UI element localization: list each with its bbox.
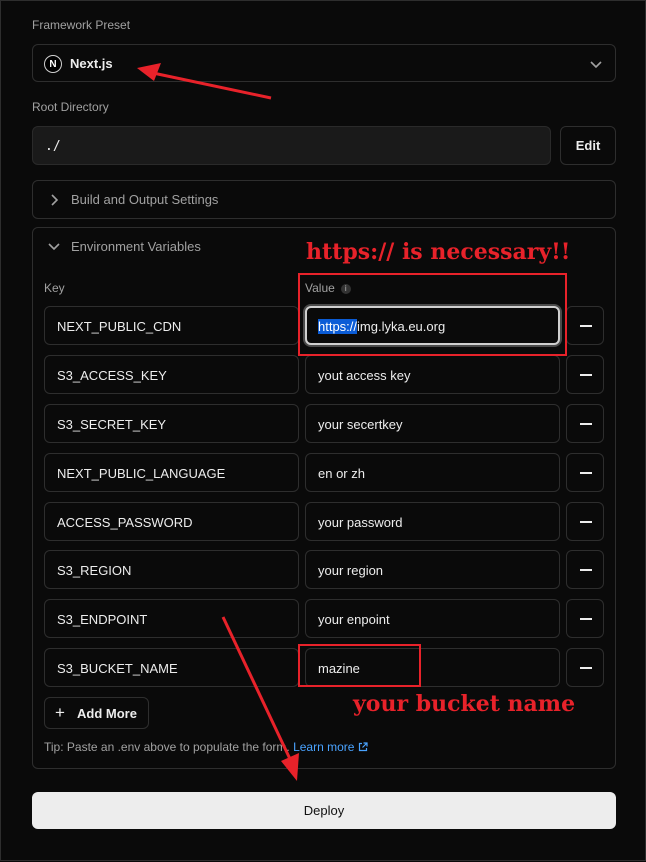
bucket-highlight-box bbox=[298, 644, 421, 687]
env-tip: Tip: Paste an .env above to populate the… bbox=[44, 740, 368, 754]
remove-row-button[interactable] bbox=[566, 355, 604, 394]
remove-row-button[interactable] bbox=[566, 306, 604, 345]
env-row: S3_ENDPOINT your enpoint bbox=[44, 599, 604, 638]
remove-row-button[interactable] bbox=[566, 502, 604, 541]
environment-variables-title[interactable]: Environment Variables bbox=[71, 239, 201, 254]
add-more-button[interactable]: + Add More bbox=[44, 697, 149, 729]
add-more-label: Add More bbox=[77, 706, 137, 721]
root-directory-value: ./ bbox=[45, 139, 61, 154]
edit-root-directory-button[interactable]: Edit bbox=[560, 126, 616, 165]
env-key-input[interactable]: S3_SECRET_KEY bbox=[44, 404, 299, 443]
framework-preset-label: Framework Preset bbox=[32, 18, 131, 32]
remove-row-button[interactable] bbox=[566, 550, 604, 589]
env-value-input[interactable]: en or zh bbox=[305, 453, 560, 492]
root-directory-input[interactable]: ./ bbox=[32, 126, 551, 165]
chevron-down-icon bbox=[590, 61, 602, 69]
env-key-input[interactable]: S3_ENDPOINT bbox=[44, 599, 299, 638]
https-annotation: https:// is necessary!! bbox=[306, 239, 571, 265]
plus-icon: + bbox=[55, 703, 65, 722]
framework-preset-select[interactable]: N Next.js bbox=[32, 44, 616, 82]
env-row: S3_ACCESS_KEY yout access key bbox=[44, 355, 604, 394]
minus-icon bbox=[580, 325, 592, 327]
minus-icon bbox=[580, 423, 592, 425]
learn-more-link[interactable]: Learn more bbox=[293, 740, 368, 754]
env-value-input[interactable]: your secertkey bbox=[305, 404, 560, 443]
env-value-input[interactable]: yout access key bbox=[305, 355, 560, 394]
env-value-input[interactable]: your region bbox=[305, 550, 560, 589]
external-link-icon bbox=[358, 742, 368, 752]
learn-more-label: Learn more bbox=[293, 740, 355, 754]
bucket-annotation: your bucket name bbox=[353, 691, 576, 717]
nextjs-logo-icon: N bbox=[44, 55, 62, 73]
minus-icon bbox=[580, 569, 592, 571]
deploy-button[interactable]: Deploy bbox=[32, 792, 616, 829]
build-output-settings-label: Build and Output Settings bbox=[71, 192, 219, 207]
remove-row-button[interactable] bbox=[566, 599, 604, 638]
env-row: ACCESS_PASSWORD your password bbox=[44, 502, 604, 541]
key-column-header: Key bbox=[44, 281, 65, 295]
env-key-input[interactable]: S3_BUCKET_NAME bbox=[44, 648, 299, 687]
chevron-down-icon[interactable] bbox=[47, 239, 61, 253]
build-output-settings-toggle[interactable]: Build and Output Settings bbox=[32, 180, 616, 219]
env-row: S3_REGION your region bbox=[44, 550, 604, 589]
env-value-input[interactable]: your enpoint bbox=[305, 599, 560, 638]
remove-row-button[interactable] bbox=[566, 453, 604, 492]
env-key-input[interactable]: ACCESS_PASSWORD bbox=[44, 502, 299, 541]
minus-icon bbox=[580, 374, 592, 376]
chevron-right-icon bbox=[51, 194, 59, 206]
minus-icon bbox=[580, 472, 592, 474]
env-key-input[interactable]: S3_ACCESS_KEY bbox=[44, 355, 299, 394]
deploy-config-panel: Framework Preset N Next.js Root Director… bbox=[0, 0, 646, 861]
remove-row-button[interactable] bbox=[566, 404, 604, 443]
remove-row-button[interactable] bbox=[566, 648, 604, 687]
env-row: S3_SECRET_KEY your secertkey bbox=[44, 404, 604, 443]
env-row: NEXT_PUBLIC_LANGUAGE en or zh bbox=[44, 453, 604, 492]
minus-icon bbox=[580, 667, 592, 669]
minus-icon bbox=[580, 521, 592, 523]
minus-icon bbox=[580, 618, 592, 620]
env-key-input[interactable]: NEXT_PUBLIC_CDN bbox=[44, 306, 299, 345]
https-highlight-box bbox=[298, 273, 567, 356]
env-key-input[interactable]: S3_REGION bbox=[44, 550, 299, 589]
env-value-input[interactable]: your password bbox=[305, 502, 560, 541]
framework-preset-value: Next.js bbox=[70, 56, 113, 71]
env-key-input[interactable]: NEXT_PUBLIC_LANGUAGE bbox=[44, 453, 299, 492]
root-directory-label: Root Directory bbox=[32, 100, 109, 114]
tip-text: Tip: Paste an .env above to populate the… bbox=[44, 740, 290, 754]
